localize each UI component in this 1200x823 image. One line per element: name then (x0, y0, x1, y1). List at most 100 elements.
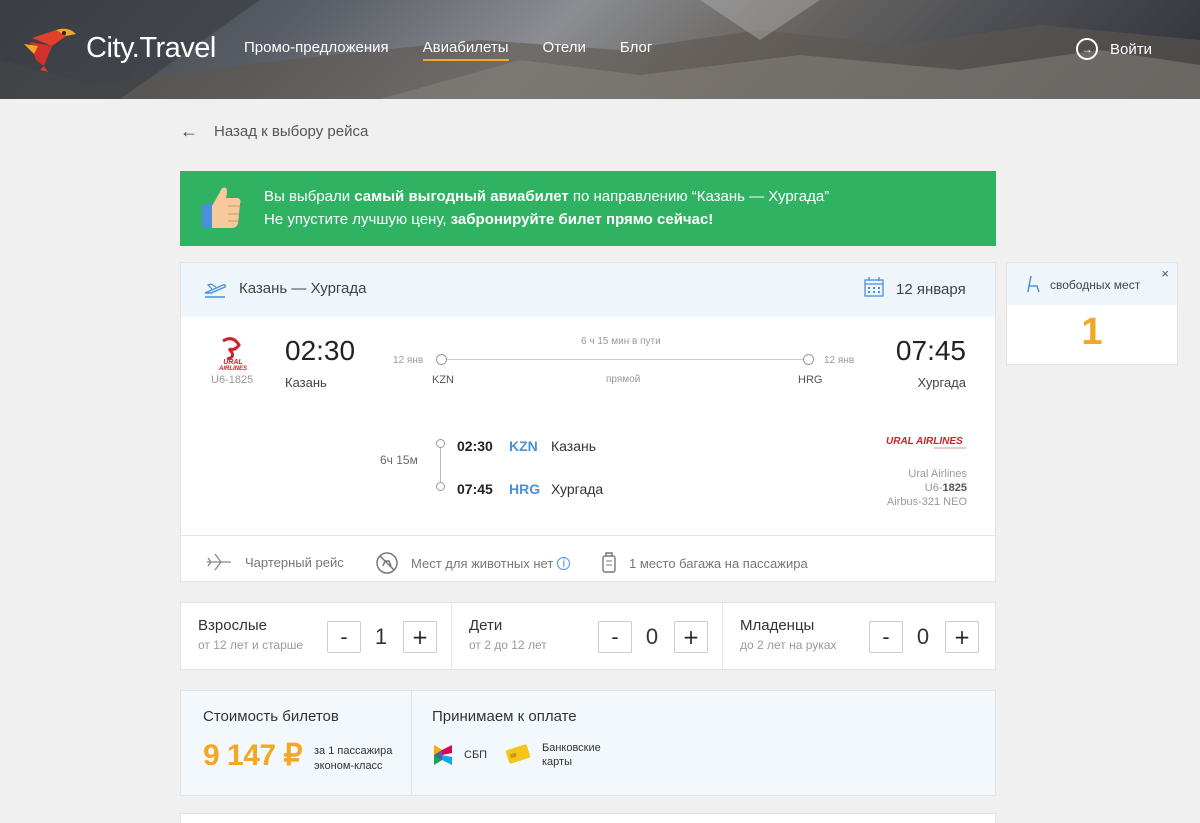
flight-features: Чартерный рейс Мест для животных нет i 1… (181, 535, 995, 582)
ural-wordmark-text: URAL AIRLINES (886, 436, 963, 447)
bank-card-icon (504, 744, 532, 766)
main-nav: Промо-предложения Авиабилеты Отели Блог (244, 39, 686, 61)
pax-adults-title: Взрослые (198, 617, 267, 634)
dep-code: KZN (432, 374, 454, 386)
adults-minus-button[interactable]: - (327, 621, 361, 653)
login-icon: → (1076, 38, 1098, 60)
children-plus-button[interactable]: + (674, 621, 708, 653)
price-note-2: эконом-класс (314, 760, 383, 772)
no-pets-icon (375, 551, 399, 575)
arrival-city: Хургада (917, 375, 966, 390)
operator-flight: U6-1825 (925, 482, 967, 494)
pax-children: Дети от 2 до 12 лет - 0 + (452, 603, 723, 669)
feature-no-pets-label: Мест для животных нет (411, 555, 554, 571)
plane-takeoff-icon (204, 283, 226, 298)
ticket-cost: Стоимость билетов 9 147 ₽ за 1 пассажира… (181, 691, 412, 795)
banner-line1-post: по направлению “Казань — Хургада” (568, 188, 830, 205)
close-icon[interactable]: × (1161, 266, 1169, 281)
baggage-icon (601, 551, 617, 575)
nav-blog[interactable]: Блог (620, 39, 652, 61)
timeline-line (441, 359, 811, 360)
segment-duration: 6ч 15м (380, 453, 418, 467)
children-minus-button[interactable]: - (598, 621, 632, 653)
thumbs-up-icon (202, 187, 241, 228)
arr-code: HRG (798, 374, 823, 386)
login-label: Войти (1110, 40, 1152, 58)
pax-infants-title: Младенцы (740, 617, 815, 634)
nav-promo[interactable]: Промо-предложения (244, 39, 389, 61)
pax-adults: Взрослые от 12 лет и старше - 1 + (181, 603, 452, 669)
feature-charter-label: Чартерный рейс (245, 554, 344, 570)
segment-arr-dot (436, 482, 445, 491)
ural-airlines-logo: URAL AIRLINES (218, 337, 247, 371)
site-logo[interactable]: City.Travel (22, 22, 216, 74)
site-header: City.Travel Промо-предложения Авиабилеты… (0, 0, 1200, 99)
banner-line-1: Вы выбрали самый выгодный авиабилет по н… (264, 188, 829, 205)
departure-city: Казань (285, 375, 327, 390)
infants-minus-button[interactable]: - (869, 621, 903, 653)
arr-date-small: 12 янв (824, 355, 855, 366)
segment-dep-dot (436, 439, 445, 448)
price-note-1: за 1 пассажира (314, 745, 393, 757)
svg-text:AIRLINES: AIRLINES (218, 366, 247, 371)
charter-plane-icon (205, 551, 233, 573)
seats-left-box: свободных мест × 1 (1006, 262, 1178, 365)
ural-airlines-wordmark: URAL AIRLINES (886, 436, 966, 449)
back-link[interactable]: ← Назад к выбору рейса (180, 121, 368, 142)
pax-children-title: Дети (469, 617, 503, 634)
arrow-left-icon: ← (180, 121, 198, 141)
nav-flights[interactable]: Авиабилеты (422, 39, 509, 61)
segment-arr-city: Хургада (551, 481, 604, 497)
seats-header: свободных мест × (1007, 263, 1177, 305)
bank-card-label-1: Банковские (542, 742, 601, 754)
flight-card-header: Казань — Хургада 12 января (181, 263, 995, 317)
calendar-icon (864, 277, 884, 297)
seat-icon (1027, 275, 1040, 293)
children-count: 0 (645, 624, 659, 649)
segment-line (440, 447, 441, 487)
aircraft-type: Airbus-321 NEO (886, 496, 967, 508)
banner-line-2: Не упустите лучшую цену, забронируйте би… (264, 211, 713, 228)
segment-arr-code: HRG (509, 481, 541, 497)
operator-flight-prefix: U6- (924, 482, 943, 494)
back-label: Назад к выбору рейса (214, 123, 369, 140)
operator-flight-num: 1825 (942, 482, 967, 494)
segment-dep-city: Казань (551, 438, 597, 454)
bank-card-label: Банковские карты (542, 741, 601, 769)
segment-dep-code: KZN (509, 438, 538, 454)
logo-bird-icon (24, 28, 76, 72)
adults-plus-button[interactable]: + (403, 621, 437, 653)
logo-text: City.Travel (86, 31, 216, 64)
seats-label: свободных мест (1050, 278, 1141, 292)
banner-line2-pre: Не упустите лучшую цену, (264, 211, 451, 228)
timeline-arr-dot (803, 354, 814, 365)
operator-name: Ural Airlines (908, 468, 967, 480)
svg-text:URAL: URAL (223, 359, 242, 366)
duration-label: 6 ч 15 мин в пути (581, 336, 661, 347)
banner-line1-pre: Вы выбрали (264, 188, 355, 205)
dep-date-small: 12 янв (393, 355, 424, 366)
banner-line2-bold: забронируйте билет прямо сейчас! (450, 211, 714, 228)
segment-dep-time: 02:30 (457, 438, 493, 454)
price-panel: Стоимость билетов 9 147 ₽ за 1 пассажира… (180, 690, 996, 796)
best-deal-banner: Вы выбрали самый выгодный авиабилет по н… (180, 171, 996, 246)
sbp-label: СБП (464, 749, 488, 761)
pax-children-sub: от 2 до 12 лет (469, 638, 547, 652)
info-icon[interactable]: i (557, 556, 571, 570)
passenger-selector: Взрослые от 12 лет и старше - 1 + Дети о… (180, 602, 996, 670)
timeline-dep-dot (436, 354, 447, 365)
login-button[interactable]: → Войти (1076, 38, 1152, 60)
seats-count: 1 (1081, 311, 1103, 353)
infants-plus-button[interactable]: + (945, 621, 979, 653)
sbp-icon (432, 743, 454, 767)
price-title: Стоимость билетов (203, 708, 339, 725)
flight-route: Казань — Хургада (239, 280, 367, 297)
price-note: за 1 пассажира эконом-класс (314, 744, 392, 774)
flight-card: Казань — Хургада 12 января URAL AIRLINES… (180, 262, 996, 582)
nav-hotels[interactable]: Отели (543, 39, 586, 61)
bank-card-label-2: карты (542, 756, 572, 768)
pax-infants: Младенцы до 2 лет на руках - 0 + (723, 603, 994, 669)
segment-arr-time: 07:45 (457, 481, 493, 497)
payment-sbp: СБП (432, 743, 487, 767)
adults-count: 1 (374, 624, 388, 649)
